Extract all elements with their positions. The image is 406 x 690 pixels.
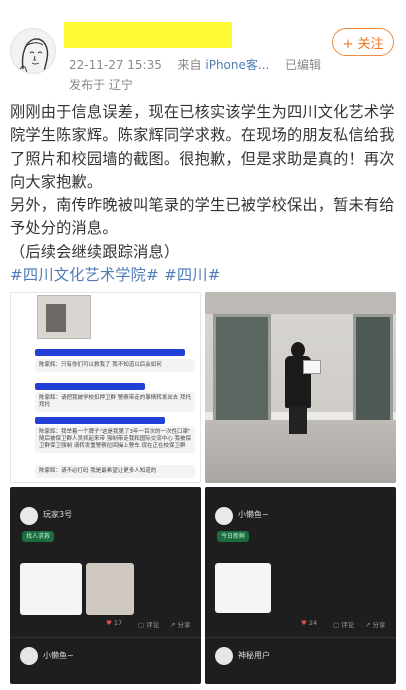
share-icon: ↗ [365,621,371,629]
app-photo [20,563,82,615]
app-photo [215,563,271,613]
avatar [20,507,38,525]
share-label: 分享 [177,621,191,629]
like-count: 17 [113,619,123,627]
app-tag: 今日新鲜 [217,531,250,542]
sketch-portrait-icon [18,38,49,73]
attached-photo-thumb [37,295,91,339]
post-meta: 22-11-27 15:35 来自 iPhone客... 已编辑 [69,56,321,73]
blue-redaction [35,417,165,424]
chat-bubble: 陈家辉：请把我被学校扣押卫群 警察带走的事情转发出去 拜托拜托 [35,392,195,412]
glass-door [353,314,393,424]
image-app-screenshot-right[interactable]: 小懒鱼~ 今日新鲜 ♥ 24 ▢ 评论 ↗ 分享 神秘用户 [205,487,396,684]
image-campus-photo[interactable] [205,292,396,483]
app-username: 玩家3号 [43,510,73,519]
image-app-screenshot-left[interactable]: 玩家3号 找人求救 ♥ 17 ▢ 评论 ↗ 分享 小懒鱼~ [10,487,201,684]
follow-button[interactable]: + 关注 [332,28,394,56]
timestamp: 22-11-27 15:35 [69,58,162,72]
image-chat-screenshot[interactable]: 陈家辉：只有你们可以救我了 我不知道以后会如何 陈家辉：请把我被学校扣押卫群 警… [10,292,201,483]
app-tag: 找人求救 [22,531,55,542]
protest-sign [303,360,321,374]
comment-label: 评论 [146,621,160,629]
heart-icon: ♥ [106,619,112,627]
app-username: 小懒鱼~ [43,651,74,660]
blue-redaction [35,349,185,356]
app-username: 神秘用户 [238,651,270,660]
chat-bubble: 陈家辉：只有你们可以救我了 我不知道以后会如何 [35,359,195,372]
edited-label[interactable]: 已编辑 [285,58,321,72]
comment-icon: ▢ [138,621,145,629]
avatar[interactable] [10,28,56,74]
source-device-link[interactable]: iPhone客... [205,58,269,72]
chat-bubble: 陈家辉：请不必打码 我是最希望让更多人知道的 [35,465,195,478]
post-paragraph: 刚刚由于信息误差，现在已核实该学生为四川文化艺术学院学生陈家辉。陈家辉同学求救。… [10,103,395,191]
source-prefix: 来自 [177,58,202,72]
share-label: 分享 [372,621,386,629]
avatar [20,647,38,665]
like-count: 24 [308,619,318,627]
avatar [215,507,233,525]
app-photo [86,563,134,615]
comment-icon: ▢ [333,621,340,629]
app-username: 小懒鱼~ [238,510,269,519]
hashtag-links[interactable]: #四川文化艺术学院# #四川# [10,264,402,287]
image-grid: 陈家辉：只有你们可以救我了 我不知道以后会如何 陈家辉：请把我被学校扣押卫群 警… [10,292,396,684]
post-paragraph: 另外，南传昨晚被叫笔录的学生已被学校保出，暂未有给予处分的消息。 [10,196,395,238]
post-paragraph: （后续会继续跟踪消息） [10,242,180,261]
ip-location: 发布于 辽宁 [69,78,133,92]
username-redaction [64,22,232,48]
post-body: 刚刚由于信息误差，现在已核实该学生为四川文化艺术学院学生陈家辉。陈家辉同学求救。… [10,101,402,287]
blue-redaction [35,383,145,390]
avatar [215,647,233,665]
heart-icon: ♥ [301,619,307,627]
chat-bubble: 陈家辉：我举着一个牌子"这是我第了3年一百次的一次性口罩" 随后被保卫群人员抓起… [35,426,195,453]
glass-door [213,314,271,424]
share-icon: ↗ [170,621,176,629]
comment-label: 评论 [341,621,355,629]
